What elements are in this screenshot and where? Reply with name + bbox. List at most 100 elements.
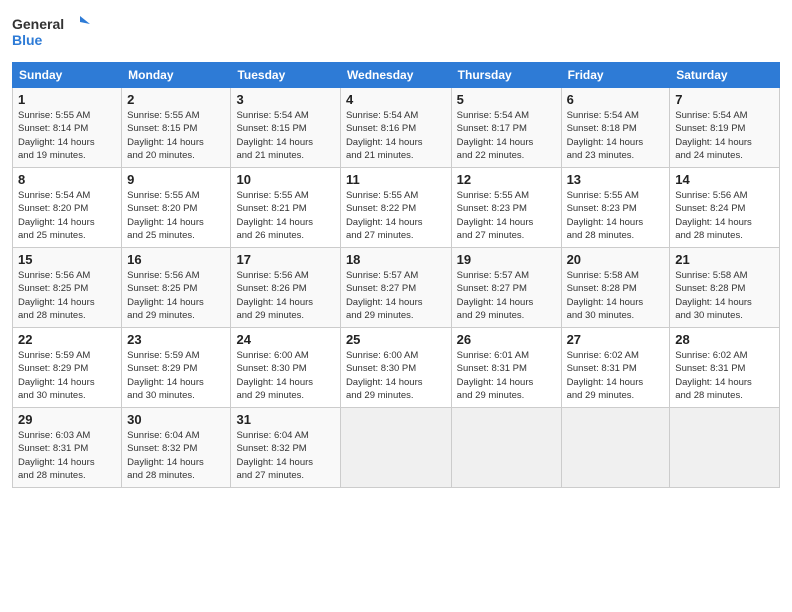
weekday-header-sunday: Sunday	[13, 63, 122, 88]
calendar-cell: 27 Sunrise: 6:02 AMSunset: 8:31 PMDayligh…	[561, 328, 670, 408]
day-info: Sunrise: 5:56 AMSunset: 8:24 PMDaylight:…	[675, 189, 774, 242]
calendar-cell	[670, 408, 780, 488]
day-info: Sunrise: 5:55 AMSunset: 8:22 PMDaylight:…	[346, 189, 446, 242]
day-info: Sunrise: 6:03 AMSunset: 8:31 PMDaylight:…	[18, 429, 116, 482]
day-number: 9	[127, 172, 225, 187]
day-info: Sunrise: 5:58 AMSunset: 8:28 PMDaylight:…	[675, 269, 774, 322]
day-number: 21	[675, 252, 774, 267]
week-row-2: 8 Sunrise: 5:54 AMSunset: 8:20 PMDaylight…	[13, 168, 780, 248]
day-info: Sunrise: 6:01 AMSunset: 8:31 PMDaylight:…	[457, 349, 556, 402]
calendar-cell: 20 Sunrise: 5:58 AMSunset: 8:28 PMDayligh…	[561, 248, 670, 328]
week-row-3: 15Sunrise: 5:56 AMSunset: 8:25 PMDayligh…	[13, 248, 780, 328]
day-number: 18	[346, 252, 446, 267]
calendar-cell: 26 Sunrise: 6:01 AMSunset: 8:31 PMDayligh…	[451, 328, 561, 408]
day-info: Sunrise: 6:00 AMSunset: 8:30 PMDaylight:…	[346, 349, 446, 402]
calendar-cell: 31 Sunrise: 6:04 AMSunset: 8:32 PMDayligh…	[231, 408, 340, 488]
calendar-cell: 4 Sunrise: 5:54 AMSunset: 8:16 PMDaylight…	[340, 88, 451, 168]
calendar-cell	[451, 408, 561, 488]
day-info: Sunrise: 5:55 AMSunset: 8:23 PMDaylight:…	[567, 189, 665, 242]
weekday-header-wednesday: Wednesday	[340, 63, 451, 88]
calendar-cell: 6Sunrise: 5:54 AMSunset: 8:18 PMDaylight…	[561, 88, 670, 168]
calendar-cell: 10 Sunrise: 5:55 AMSunset: 8:21 PMDayligh…	[231, 168, 340, 248]
day-number: 17	[236, 252, 334, 267]
calendar-cell: 28 Sunrise: 6:02 AMSunset: 8:31 PMDayligh…	[670, 328, 780, 408]
day-number: 28	[675, 332, 774, 347]
day-info: Sunrise: 5:54 AMSunset: 8:20 PMDaylight:…	[18, 189, 116, 242]
weekday-header-tuesday: Tuesday	[231, 63, 340, 88]
day-info: Sunrise: 5:55 AMSunset: 8:20 PMDaylight:…	[127, 189, 225, 242]
weekday-header-row: SundayMondayTuesdayWednesdayThursdayFrid…	[13, 63, 780, 88]
day-info: Sunrise: 6:02 AMSunset: 8:31 PMDaylight:…	[567, 349, 665, 402]
calendar-cell	[340, 408, 451, 488]
calendar-cell: 19 Sunrise: 5:57 AMSunset: 8:27 PMDayligh…	[451, 248, 561, 328]
day-info: Sunrise: 5:55 AMSunset: 8:15 PMDaylight:…	[127, 109, 225, 162]
day-info: Sunrise: 5:54 AMSunset: 8:16 PMDaylight:…	[346, 109, 446, 162]
day-number: 1	[18, 92, 116, 107]
calendar-cell: 24Sunrise: 6:00 AMSunset: 8:30 PMDayligh…	[231, 328, 340, 408]
calendar-cell: 21 Sunrise: 5:58 AMSunset: 8:28 PMDayligh…	[670, 248, 780, 328]
calendar-cell: 17 Sunrise: 5:56 AMSunset: 8:26 PMDayligh…	[231, 248, 340, 328]
day-number: 8	[18, 172, 116, 187]
day-info: Sunrise: 5:54 AMSunset: 8:15 PMDaylight:…	[236, 109, 334, 162]
day-number: 19	[457, 252, 556, 267]
day-number: 26	[457, 332, 556, 347]
calendar-cell: 22Sunrise: 5:59 AMSunset: 8:29 PMDayligh…	[13, 328, 122, 408]
day-info: Sunrise: 5:55 AMSunset: 8:23 PMDaylight:…	[457, 189, 556, 242]
day-number: 11	[346, 172, 446, 187]
calendar-cell: 9 Sunrise: 5:55 AMSunset: 8:20 PMDaylight…	[122, 168, 231, 248]
day-info: Sunrise: 5:57 AMSunset: 8:27 PMDaylight:…	[457, 269, 556, 322]
day-info: Sunrise: 6:02 AMSunset: 8:31 PMDaylight:…	[675, 349, 774, 402]
day-number: 5	[457, 92, 556, 107]
calendar-cell: 23Sunrise: 5:59 AMSunset: 8:29 PMDayligh…	[122, 328, 231, 408]
weekday-header-saturday: Saturday	[670, 63, 780, 88]
svg-text:General: General	[12, 16, 64, 32]
day-number: 10	[236, 172, 334, 187]
day-info: Sunrise: 6:04 AMSunset: 8:32 PMDaylight:…	[236, 429, 334, 482]
day-number: 13	[567, 172, 665, 187]
day-number: 3	[236, 92, 334, 107]
day-info: Sunrise: 5:54 AMSunset: 8:17 PMDaylight:…	[457, 109, 556, 162]
calendar-cell: 11 Sunrise: 5:55 AMSunset: 8:22 PMDayligh…	[340, 168, 451, 248]
day-number: 27	[567, 332, 665, 347]
day-info: Sunrise: 5:56 AMSunset: 8:25 PMDaylight:…	[18, 269, 116, 322]
day-info: Sunrise: 5:55 AMSunset: 8:14 PMDaylight:…	[18, 109, 116, 162]
day-info: Sunrise: 5:58 AMSunset: 8:28 PMDaylight:…	[567, 269, 665, 322]
day-number: 6	[567, 92, 665, 107]
day-number: 29	[18, 412, 116, 427]
weekday-header-monday: Monday	[122, 63, 231, 88]
day-number: 14	[675, 172, 774, 187]
day-number: 31	[236, 412, 334, 427]
day-info: Sunrise: 5:54 AMSunset: 8:19 PMDaylight:…	[675, 109, 774, 162]
calendar-cell: 18 Sunrise: 5:57 AMSunset: 8:27 PMDayligh…	[340, 248, 451, 328]
day-info: Sunrise: 6:04 AMSunset: 8:32 PMDaylight:…	[127, 429, 225, 482]
calendar-cell: 3 Sunrise: 5:54 AMSunset: 8:15 PMDaylight…	[231, 88, 340, 168]
calendar-cell: 1 Sunrise: 5:55 AMSunset: 8:14 PMDaylight…	[13, 88, 122, 168]
day-number: 2	[127, 92, 225, 107]
day-number: 16	[127, 252, 225, 267]
calendar-cell: 16Sunrise: 5:56 AMSunset: 8:25 PMDayligh…	[122, 248, 231, 328]
header: General Blue	[12, 12, 780, 52]
day-info: Sunrise: 5:56 AMSunset: 8:26 PMDaylight:…	[236, 269, 334, 322]
logo: General Blue	[12, 12, 97, 52]
day-info: Sunrise: 5:55 AMSunset: 8:21 PMDaylight:…	[236, 189, 334, 242]
calendar-table: SundayMondayTuesdayWednesdayThursdayFrid…	[12, 62, 780, 488]
calendar-cell: 12Sunrise: 5:55 AMSunset: 8:23 PMDayligh…	[451, 168, 561, 248]
day-info: Sunrise: 5:57 AMSunset: 8:27 PMDaylight:…	[346, 269, 446, 322]
day-number: 4	[346, 92, 446, 107]
weekday-header-friday: Friday	[561, 63, 670, 88]
day-number: 20	[567, 252, 665, 267]
calendar-cell: 15Sunrise: 5:56 AMSunset: 8:25 PMDayligh…	[13, 248, 122, 328]
calendar-cell	[561, 408, 670, 488]
week-row-1: 1 Sunrise: 5:55 AMSunset: 8:14 PMDaylight…	[13, 88, 780, 168]
calendar-cell: 7Sunrise: 5:54 AMSunset: 8:19 PMDaylight…	[670, 88, 780, 168]
calendar-cell: 2 Sunrise: 5:55 AMSunset: 8:15 PMDaylight…	[122, 88, 231, 168]
logo-svg: General Blue	[12, 12, 97, 52]
calendar-cell: 25 Sunrise: 6:00 AMSunset: 8:30 PMDayligh…	[340, 328, 451, 408]
svg-text:Blue: Blue	[12, 32, 43, 48]
calendar-cell: 5 Sunrise: 5:54 AMSunset: 8:17 PMDaylight…	[451, 88, 561, 168]
day-number: 23	[127, 332, 225, 347]
calendar-cell: 8 Sunrise: 5:54 AMSunset: 8:20 PMDaylight…	[13, 168, 122, 248]
day-number: 25	[346, 332, 446, 347]
calendar-cell: 29 Sunrise: 6:03 AMSunset: 8:31 PMDayligh…	[13, 408, 122, 488]
day-number: 30	[127, 412, 225, 427]
